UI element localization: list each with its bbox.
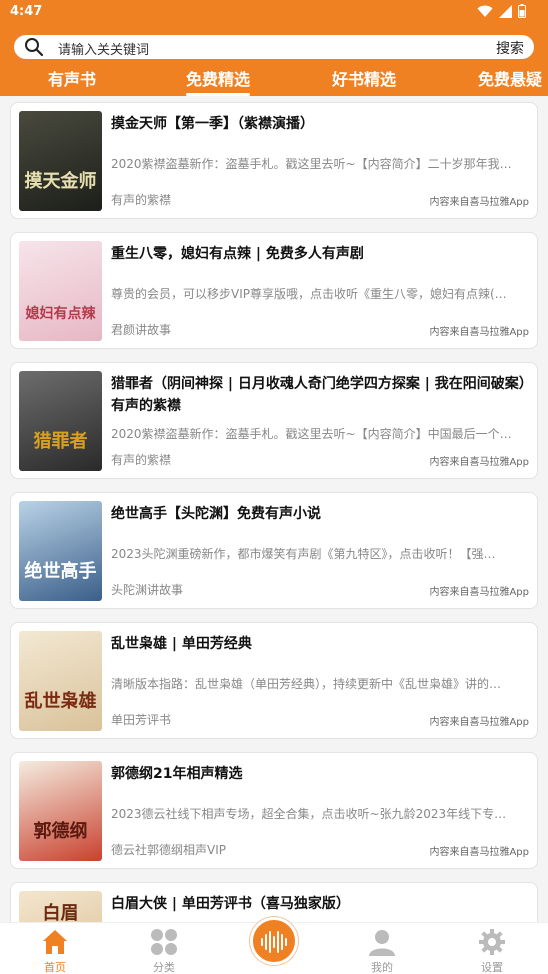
book-cover: 绝世高手 xyxy=(19,501,102,601)
book-author: 单田芳评书 xyxy=(111,713,172,727)
list-item[interactable]: 绝世高手 绝世高手【头陀渊】免费有声小说 2023头陀渊重磅新作，都市爆笑有声剧… xyxy=(10,492,538,609)
book-author: 德云社郭德纲相声VIP xyxy=(111,843,226,857)
content-source: 内容来自喜马拉雅App xyxy=(429,587,529,598)
book-description: 尊贵的会员，可以移步VIP尊享版哦，点击收听《重生八零，媳妇有点辣(… xyxy=(111,287,507,301)
book-title: 郭德纲21年相声精选 xyxy=(111,766,243,782)
search-button[interactable]: 搜索 xyxy=(496,38,524,58)
book-description: 2020紫襟盗墓新作：盗墓手札。戳这里去听~【内容简介】二十岁那年我… xyxy=(111,157,512,171)
book-cover: 乱世枭雄 xyxy=(19,631,102,731)
book-title: 猎罪者（阴间神探 | 日月收魂人奇门绝学四方探案 | 我在阳间破案）有声的紫襟 xyxy=(111,376,526,414)
book-author: 头陀渊讲故事 xyxy=(111,583,184,597)
book-list: 摸天金师 摸金天师【第一季】（紫襟演播） 2020紫襟盗墓新作：盗墓手札。戳这里… xyxy=(0,96,548,922)
user-icon xyxy=(367,927,397,957)
player-button[interactable] xyxy=(250,917,298,965)
tab-free-picks[interactable]: 免费精选 xyxy=(186,66,251,96)
book-cover: 白眉 xyxy=(19,891,102,922)
audio-wave-icon xyxy=(260,929,288,959)
book-description: 2023德云社线下相声专场，超全合集，点击收听~张九龄2023年线下专… xyxy=(111,807,507,821)
category-tabs: 有声书 免费精选 好书精选 免费悬疑 xyxy=(0,62,548,96)
nav-category[interactable]: 分类 xyxy=(129,927,199,974)
book-author: 有声的紫襟 xyxy=(111,193,172,207)
category-icon xyxy=(149,927,179,957)
book-title: 绝世高手【头陀渊】免费有声小说 xyxy=(111,506,321,522)
search-icon xyxy=(24,37,44,57)
book-author: 有声的紫襟 xyxy=(111,453,172,467)
tab-good-books[interactable]: 好书精选 xyxy=(332,66,396,90)
book-cover: 摸天金师 xyxy=(19,111,102,211)
book-description: 2020紫襟盗墓新作：盗墓手札。戳这里去听~【内容简介】中国最后一个… xyxy=(111,427,512,441)
book-author: 君颜讲故事 xyxy=(111,323,172,337)
tab-audiobook[interactable]: 有声书 xyxy=(48,66,96,90)
nav-mine[interactable]: 我的 xyxy=(347,927,417,974)
app-header: 4:47 请输入关关键词 搜索 有声书 免费精选 好书精选 免费悬疑 xyxy=(0,0,548,96)
list-item[interactable]: 媳妇有点辣 重生八零，媳妇有点辣 | 免费多人有声剧 尊贵的会员，可以移步VIP… xyxy=(10,232,538,349)
list-item[interactable]: 白眉 白眉大侠 | 单田芳评书（喜马独家版） xyxy=(10,882,538,922)
content-source: 内容来自喜马拉雅App xyxy=(429,327,529,338)
book-title: 白眉大侠 | 单田芳评书（喜马独家版） xyxy=(111,896,350,912)
list-item[interactable]: 乱世枭雄 乱世枭雄 | 单田芳经典 清晰版本指路：乱世枭雄（单田芳经典），持续更… xyxy=(10,622,538,739)
nav-settings[interactable]: 设置 xyxy=(457,927,527,974)
status-bar: 4:47 xyxy=(0,0,548,26)
list-item[interactable]: 摸天金师 摸金天师【第一季】（紫襟演播） 2020紫襟盗墓新作：盗墓手札。戳这里… xyxy=(10,102,538,219)
status-icons xyxy=(477,4,526,22)
book-description: 2023头陀渊重磅新作，都市爆笑有声剧《第九特区》，点击收听！【强… xyxy=(111,547,496,561)
search-bar[interactable]: 请输入关关键词 搜索 xyxy=(14,35,534,59)
content-source: 内容来自喜马拉雅App xyxy=(429,847,529,858)
list-item[interactable]: 郭德纲 郭德纲21年相声精选 2023德云社线下相声专场，超全合集，点击收听~张… xyxy=(10,752,538,869)
book-description: 清晰版本指路：乱世枭雄（单田芳经典），持续更新中《乱世枭雄》讲的… xyxy=(111,677,502,691)
list-item[interactable]: 猎罪者 猎罪者（阴间神探 | 日月收魂人奇门绝学四方探案 | 我在阳间破案）有声… xyxy=(10,362,538,479)
home-icon xyxy=(40,927,70,957)
status-time: 4:47 xyxy=(10,4,43,19)
book-title: 乱世枭雄 | 单田芳经典 xyxy=(111,636,252,652)
book-cover: 猎罪者 xyxy=(19,371,102,471)
content-source: 内容来自喜马拉雅App xyxy=(429,457,529,468)
search-input[interactable]: 请输入关关键词 xyxy=(58,39,149,58)
tab-free-suspense[interactable]: 免费悬疑 xyxy=(478,66,542,90)
book-cover: 郭德纲 xyxy=(19,761,102,861)
content-source: 内容来自喜马拉雅App xyxy=(429,197,529,208)
book-cover: 媳妇有点辣 xyxy=(19,241,102,341)
nav-home[interactable]: 首页 xyxy=(20,927,90,974)
gear-icon xyxy=(477,927,507,957)
content-source: 内容来自喜马拉雅App xyxy=(429,717,529,728)
book-title: 重生八零，媳妇有点辣 | 免费多人有声剧 xyxy=(111,246,364,262)
book-title: 摸金天师【第一季】（紫襟演播） xyxy=(111,116,314,132)
signal-icon xyxy=(499,4,512,22)
bottom-navigation: 首页 分类 我的 设置 xyxy=(0,917,548,974)
battery-icon xyxy=(518,4,526,22)
wifi-icon xyxy=(477,5,493,22)
